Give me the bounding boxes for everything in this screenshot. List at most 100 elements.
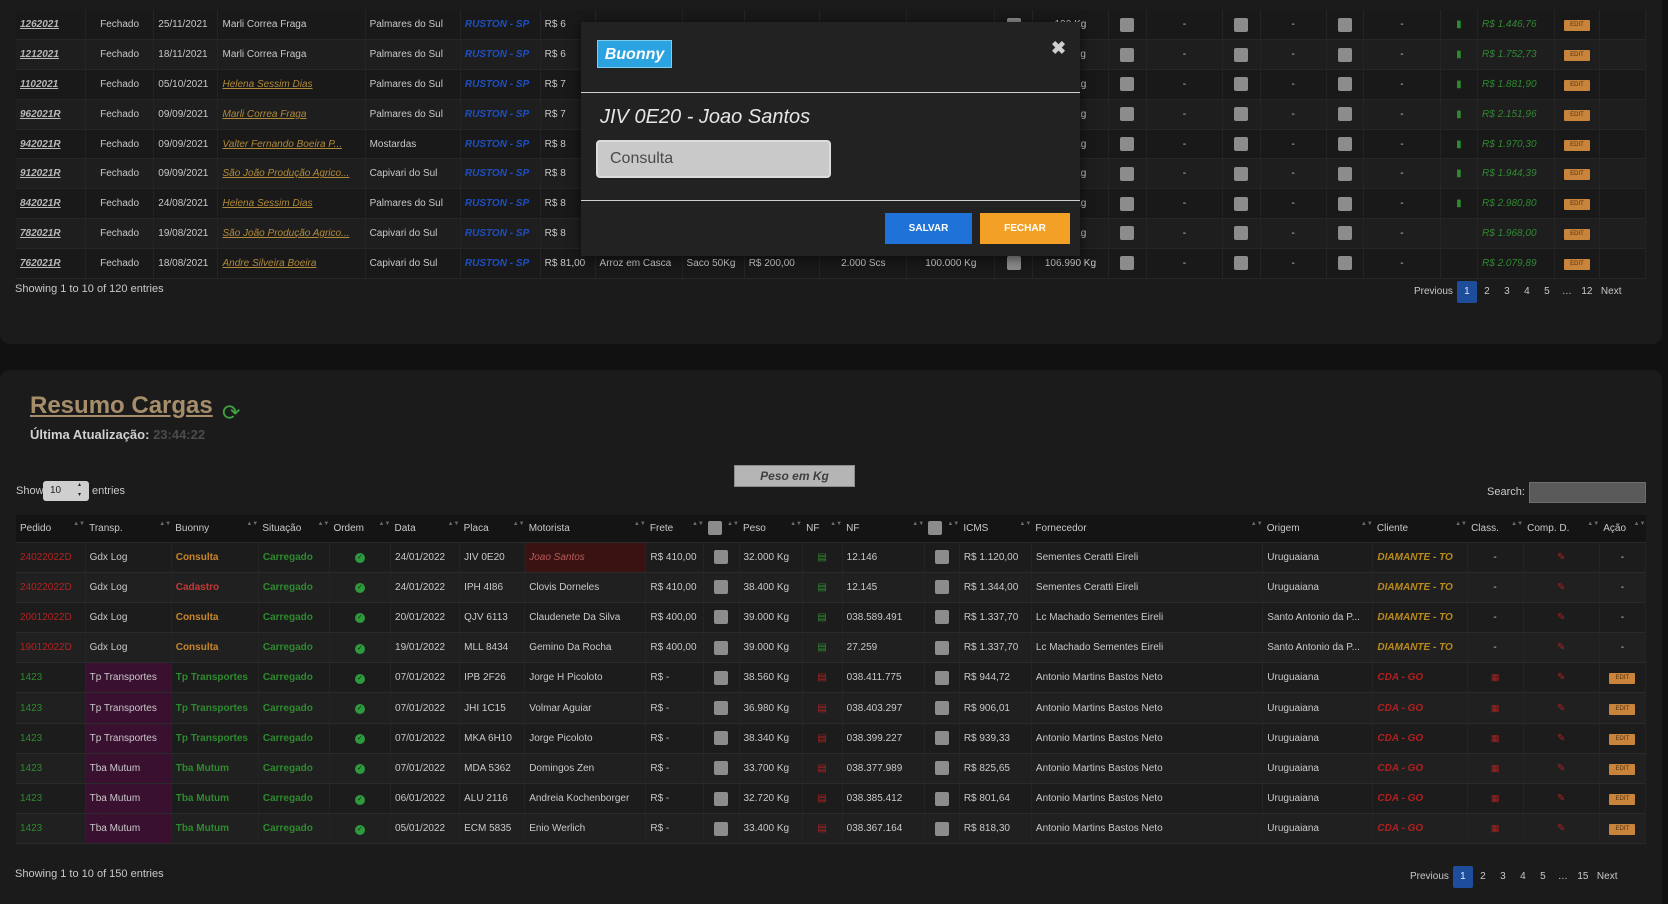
checkbox[interactable] [1120, 47, 1135, 62]
checkbox[interactable] [1337, 47, 1352, 62]
pedido-cell[interactable]: 24022022D [16, 542, 86, 573]
checkbox[interactable] [1234, 77, 1249, 92]
checkbox[interactable] [1234, 137, 1249, 152]
checkbox[interactable] [934, 821, 949, 836]
sort-icon[interactable]: ▲▼ [1251, 521, 1263, 527]
checkbox[interactable] [1120, 256, 1135, 271]
client-name[interactable]: Helena Sessim Dias [222, 79, 312, 90]
edit-button[interactable]: EDIT [1609, 733, 1636, 745]
column-header[interactable]: Pedido ▲▼ [16, 515, 86, 543]
checkbox[interactable] [934, 610, 949, 625]
sort-icon[interactable]: ▲▼ [1455, 521, 1467, 527]
invoice-icon[interactable]: ▤ [817, 823, 826, 834]
pedido-cell[interactable]: 1262021 [16, 10, 86, 41]
edit-button[interactable]: EDIT [1609, 703, 1636, 715]
pedido-cell[interactable]: 1102021 [16, 69, 86, 100]
pedido-cell[interactable]: 1423 [16, 692, 86, 724]
sort-icon[interactable]: ▲▼ [947, 521, 959, 527]
page-size-select[interactable]: 10 [43, 480, 89, 501]
document-icon[interactable]: ▮ [1456, 198, 1462, 209]
checkbox[interactable] [1337, 166, 1352, 181]
client-name[interactable]: Marli Correa Fraga [222, 109, 306, 120]
sort-icon[interactable]: ▲▼ [73, 521, 85, 527]
edit-button[interactable]: EDIT [1563, 79, 1590, 91]
checkbox[interactable] [1337, 256, 1352, 271]
sort-icon[interactable]: ▲▼ [1361, 521, 1373, 527]
attachment-icon[interactable]: ✎ [1557, 612, 1565, 623]
edit-button[interactable]: EDIT [1563, 199, 1590, 211]
pagination-previous[interactable]: Previous [1410, 281, 1457, 303]
attachment-icon[interactable]: ✎ [1557, 763, 1565, 774]
document-icon[interactable]: ▮ [1456, 109, 1462, 120]
checkbox[interactable] [934, 761, 949, 776]
edit-button[interactable]: EDIT [1563, 139, 1590, 151]
close-icon[interactable]: ✖ [1051, 38, 1066, 59]
checkbox[interactable] [1234, 256, 1249, 271]
pagination-page[interactable]: 3 [1493, 866, 1513, 888]
pagination-page[interactable]: 5 [1533, 866, 1553, 888]
search-input[interactable] [1529, 482, 1646, 503]
calendar-icon[interactable]: ▦ [1491, 763, 1500, 773]
column-header[interactable]: Data ▲▼ [390, 515, 460, 543]
invoice-icon[interactable]: ▤ [817, 672, 826, 683]
select-all-checkbox[interactable] [928, 521, 943, 536]
calendar-icon[interactable]: ▦ [1491, 793, 1500, 803]
sort-icon[interactable]: ▲▼ [379, 521, 391, 527]
attachment-icon[interactable]: ✎ [1557, 642, 1565, 653]
sort-icon[interactable]: ▲▼ [634, 521, 646, 527]
order-link[interactable]: 1102021 [20, 79, 58, 90]
buonny-status-cell[interactable]: Consulta [171, 602, 259, 634]
checkbox[interactable] [714, 580, 729, 595]
order-link[interactable]: 912021R [20, 168, 61, 179]
invoice-icon[interactable]: ▤ [817, 733, 826, 744]
edit-button[interactable]: EDIT [1563, 228, 1590, 240]
buonny-status-cell[interactable]: Tp Transportes [171, 662, 259, 694]
buonny-status-cell[interactable]: Tp Transportes [171, 692, 259, 724]
pedido-cell[interactable]: 762021R [16, 248, 86, 279]
column-header[interactable]: NF ▲▼ [842, 515, 925, 543]
checkbox[interactable] [714, 791, 729, 806]
attachment-icon[interactable]: ✎ [1557, 703, 1565, 714]
column-header[interactable]: NF ▲▼ [802, 515, 843, 543]
invoice-icon[interactable]: ▤ [817, 612, 826, 623]
close-button[interactable]: FECHAR [980, 213, 1070, 244]
column-header[interactable]: Buonny ▲▼ [171, 515, 259, 543]
pedido-cell[interactable]: 962021R [16, 99, 86, 130]
edit-button[interactable]: EDIT [1609, 824, 1636, 836]
client-name[interactable]: São João Produção Agrico... [222, 168, 349, 179]
edit-button[interactable]: EDIT [1563, 109, 1590, 121]
order-link[interactable]: 1262021 [20, 19, 59, 30]
sort-icon[interactable]: ▲▼ [1511, 521, 1523, 527]
checkbox[interactable] [1337, 107, 1352, 122]
column-header[interactable]: Cliente ▲▼ [1372, 515, 1468, 543]
checkbox[interactable] [1120, 77, 1135, 92]
order-link[interactable]: 962021R [20, 109, 61, 120]
checkbox[interactable] [934, 791, 949, 806]
pedido-cell[interactable]: 912021R [16, 158, 86, 190]
attachment-icon[interactable]: ✎ [1557, 793, 1565, 804]
checkbox[interactable] [1337, 196, 1352, 211]
invoice-icon[interactable]: ▤ [817, 552, 826, 563]
column-header[interactable]: Situação ▲▼ [258, 515, 330, 543]
invoice-icon[interactable]: ▤ [817, 703, 826, 714]
checkbox[interactable] [1234, 226, 1249, 241]
column-header[interactable]: ▲▼ [703, 515, 739, 543]
document-icon[interactable]: ▮ [1456, 49, 1462, 60]
invoice-icon[interactable]: ▤ [817, 582, 826, 593]
checkbox[interactable] [934, 701, 949, 716]
checkbox[interactable] [1120, 196, 1135, 211]
invoice-icon[interactable]: ▤ [817, 793, 826, 804]
sort-icon[interactable]: ▲▼ [246, 521, 258, 527]
checkbox[interactable] [934, 550, 949, 565]
calendar-icon[interactable]: ▦ [1491, 703, 1500, 713]
pagination-next[interactable]: Next [1597, 281, 1626, 303]
client-name[interactable]: Helena Sessim Dias [222, 198, 312, 209]
sort-icon[interactable]: ▲▼ [830, 521, 842, 527]
sort-icon[interactable]: ▲▼ [1587, 521, 1599, 527]
pagination-page[interactable]: 2 [1477, 281, 1497, 303]
checkbox[interactable] [1120, 17, 1135, 32]
order-link[interactable]: 1212021 [20, 49, 59, 60]
pedido-cell[interactable]: 1423 [16, 662, 86, 694]
pedido-cell[interactable]: 842021R [16, 188, 86, 220]
edit-button[interactable]: EDIT [1563, 258, 1590, 270]
